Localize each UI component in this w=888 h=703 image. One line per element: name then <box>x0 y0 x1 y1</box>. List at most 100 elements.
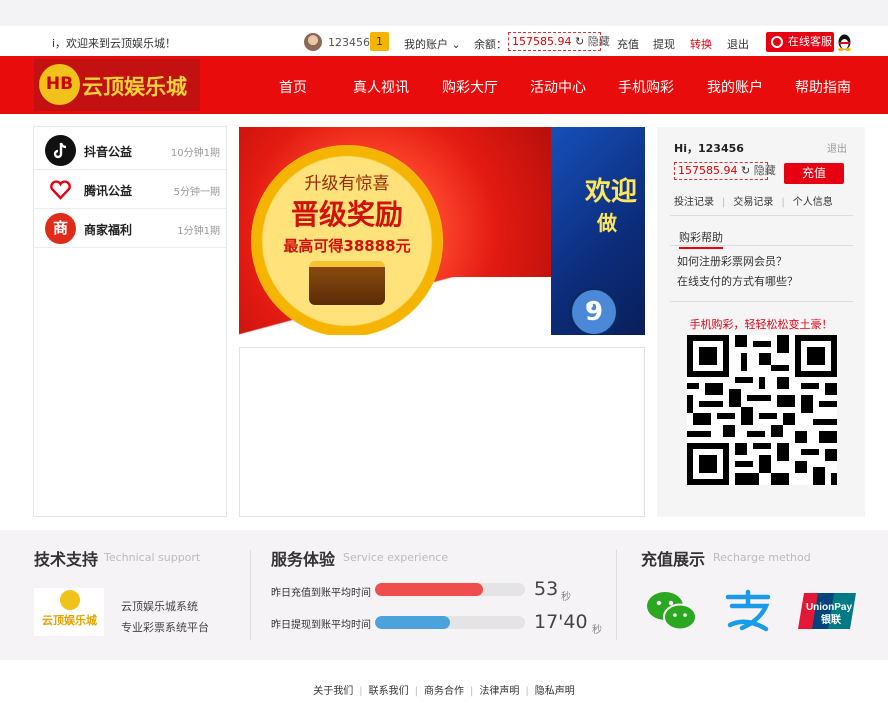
nav-promotions[interactable]: 活动中心 <box>530 77 586 97</box>
panel-balance-amount: 157585.94 <box>678 164 738 177</box>
footer-logo: 云顶娱乐城 <box>34 588 104 636</box>
panel-logout-link[interactable]: 退出 <box>827 140 847 155</box>
nav-help[interactable]: 帮助指南 <box>795 77 851 97</box>
user-avatar[interactable] <box>304 33 322 51</box>
balance-label: 余额： <box>474 38 507 51</box>
hide-balance-toggle[interactable]: 隐藏 <box>588 35 610 48</box>
top-info-bar: i，欢迎来到云顶娱乐城！ 123456 1 我的账户 ⌄ 余额： 157585.… <box>0 28 888 56</box>
banner-dot-1[interactable] <box>429 299 436 306</box>
banner-slide-welcome[interactable]: 欢迎 做 9 <box>551 127 645 335</box>
qr-code <box>687 335 837 485</box>
my-account-label: 我的账户 <box>404 38 448 51</box>
shang-icon: 商 <box>45 213 76 244</box>
username: 123456 <box>328 36 370 49</box>
lottery-name: 抖音公益 <box>84 145 133 159</box>
site-logo[interactable]: HB 云顶娱乐城 <box>34 59 200 111</box>
nav-my-account[interactable]: 我的账户 <box>707 77 763 97</box>
banner-line3: 最高可得38888元 <box>283 237 411 255</box>
divider <box>670 245 853 246</box>
account-panel: Hi，123456 退出 157585.94 ↻ 隐藏 充值 投注记录 | 交易记录… <box>657 127 865 517</box>
bet-records-link[interactable]: 投注记录 <box>674 197 714 208</box>
footer-logo-text: 云顶娱乐城 <box>42 614 97 627</box>
personal-info-link[interactable]: 个人信息 <box>793 197 833 208</box>
unionpay-cn-text: 银联 <box>821 613 841 626</box>
transfer-link[interactable]: 转换 <box>690 36 712 52</box>
divider <box>670 301 853 302</box>
wechat-pay-icon <box>647 592 697 631</box>
content-placeholder-box <box>239 347 645 517</box>
list-item[interactable]: 腾讯公益 5分钟一期 <box>34 170 226 209</box>
footer-links: 关于我们 | 联系我们 | 商务合作 | 法律声明 | 隐私声明 <box>313 686 575 697</box>
progress-fill <box>375 616 450 629</box>
banner-dot-2[interactable] <box>439 299 446 306</box>
service-title: 服务体验 <box>271 550 336 569</box>
promo-banner[interactable]: 升级有惊喜 晋级奖励 最高可得38888元 欢迎 做 9 <box>239 127 645 335</box>
faq-link[interactable]: 在线支付的方式有哪些？ <box>677 273 798 289</box>
recharge-button[interactable]: 充值 <box>784 163 844 184</box>
unionpay-icon: UnionPay 银联 <box>798 593 856 629</box>
treasure-chest-graphic <box>309 261 385 305</box>
refresh-icon[interactable]: ↻ <box>575 35 584 48</box>
divider <box>670 215 853 216</box>
chevron-down-icon: ⌄ <box>451 38 461 51</box>
panel-hide-toggle[interactable]: 隐藏 <box>754 164 776 177</box>
online-service-button[interactable]: 在线客服 <box>766 32 834 52</box>
progress-bar-withdraw <box>375 616 525 629</box>
douyin-icon <box>45 135 76 166</box>
faq-link[interactable]: 如何注册彩票网会员？ <box>677 253 787 269</box>
list-item[interactable]: 抖音公益 10分钟1期 <box>34 131 226 170</box>
logout-link[interactable]: 退出 <box>727 36 749 52</box>
lottery-name: 腾讯公益 <box>84 184 133 198</box>
phone-icon <box>771 36 783 48</box>
lottery-list: 抖音公益 10分钟1期 腾讯公益 5分钟一期 商 商家福利 1分钟1期 <box>33 126 227 517</box>
footer-link-legal[interactable]: 法律声明 <box>479 686 519 697</box>
footer-link-contact[interactable]: 联系我们 <box>369 686 409 697</box>
qq-penguin-icon[interactable] <box>837 33 852 51</box>
nav-mobile-lottery[interactable]: 手机购彩 <box>618 77 674 97</box>
footer-link-privacy[interactable]: 隐私声明 <box>535 686 575 697</box>
tech-support-subtitle: Technical support <box>104 551 201 564</box>
metric-label: 昨日提现到账平均时间 <box>271 620 371 631</box>
lottery-frequency: 5分钟一期 <box>173 187 220 198</box>
metric-unit: 秒 <box>561 592 571 603</box>
banner2-line2: 做 <box>597 211 617 235</box>
refresh-icon[interactable]: ↻ <box>741 164 750 177</box>
nav-home[interactable]: 首页 <box>279 77 307 97</box>
footer-link-about[interactable]: 关于我们 <box>313 686 353 697</box>
gold-coin-graphic: 升级有惊喜 晋级奖励 最高可得38888元 <box>251 145 443 335</box>
banner-line1: 升级有惊喜 <box>304 174 390 194</box>
banner-pagination[interactable] <box>429 295 449 309</box>
welcome-text: i，欢迎来到云顶娱乐城！ <box>52 37 177 50</box>
progress-bar-recharge <box>375 583 525 596</box>
help-title[interactable]: 购彩帮助 <box>679 229 723 249</box>
balance-box: 157585.94 ↻ 隐藏 <box>508 32 610 51</box>
lottery-frequency: 1分钟1期 <box>177 226 220 237</box>
metric-value: 53 <box>534 578 559 600</box>
progress-fill <box>375 583 483 596</box>
banner-slide-upgrade[interactable]: 升级有惊喜 晋级奖励 最高可得38888元 <box>239 127 551 335</box>
tech-line-1: 云顶娱乐城系统 <box>121 600 198 613</box>
list-item[interactable]: 商 商家福利 1分钟1期 <box>34 209 226 248</box>
online-service-label: 在线客服 <box>788 35 832 48</box>
unionpay-text: UnionPay <box>806 602 853 613</box>
browser-top-strip <box>0 0 888 26</box>
main-nav: HB 云顶娱乐城 首页 真人视讯 购彩大厅 活动中心 手机购彩 我的账户 帮助指… <box>0 56 888 114</box>
my-account-dropdown[interactable]: 我的账户 ⌄ <box>404 36 461 52</box>
mobile-slogan: 手机购彩，轻轻松松变土豪！ <box>689 318 833 331</box>
transaction-records-link[interactable]: 交易记录 <box>733 197 773 208</box>
metric-value: 17'40 <box>534 611 588 633</box>
tech-line-2: 专业彩票系统平台 <box>121 621 209 634</box>
balance-amount: 157585.94 <box>512 35 572 48</box>
alipay-icon <box>725 589 771 632</box>
level-badge: 1 <box>370 32 389 51</box>
nav-live-video[interactable]: 真人视讯 <box>353 77 409 97</box>
withdraw-link[interactable]: 提现 <box>653 36 675 52</box>
tech-support-title: 技术支持 <box>34 550 99 569</box>
divider <box>616 550 617 640</box>
nav-lottery-hall[interactable]: 购彩大厅 <box>442 77 498 97</box>
lottery-name: 商家福利 <box>84 223 133 237</box>
panel-links: 投注记录 | 交易记录 | 个人信息 <box>674 197 833 208</box>
recharge-link[interactable]: 充值 <box>617 36 639 52</box>
footer-link-business[interactable]: 商务合作 <box>424 686 464 697</box>
recharge-methods-subtitle: Recharge method <box>713 551 811 564</box>
